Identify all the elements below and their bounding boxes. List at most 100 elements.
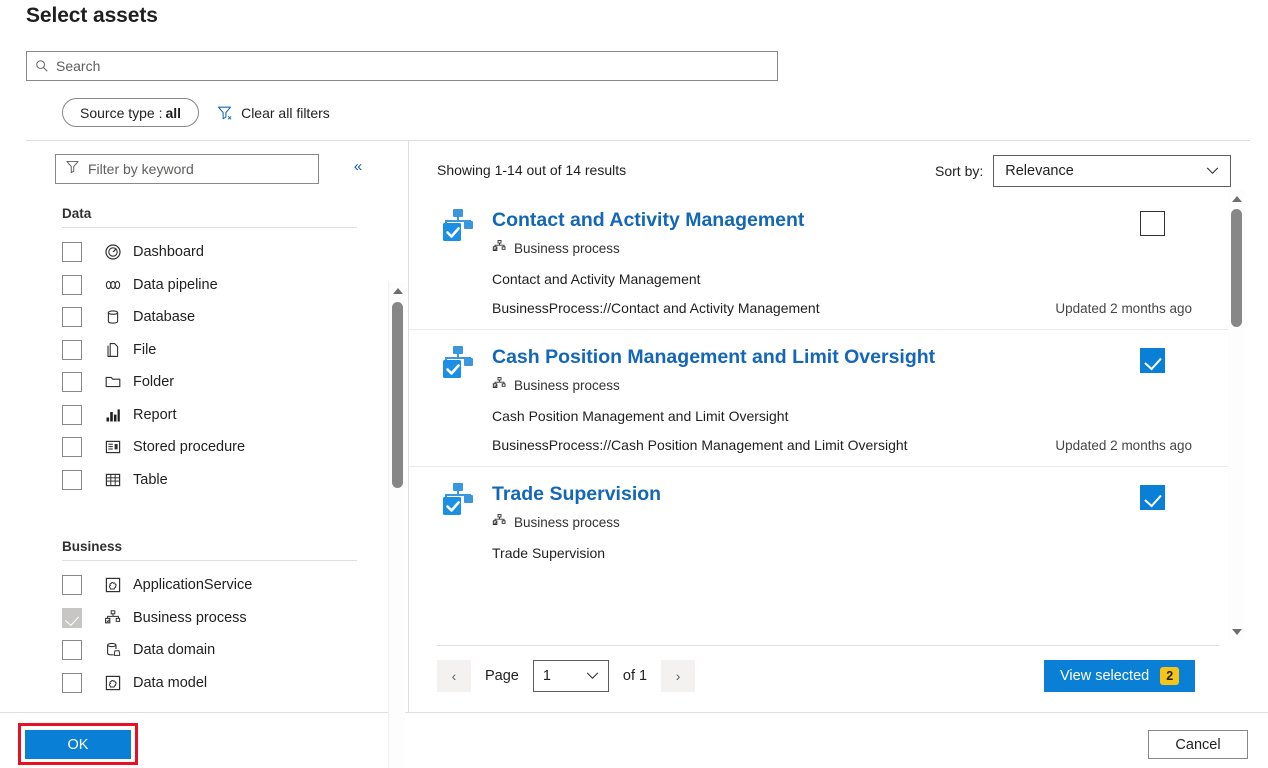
page-total-label: of 1 bbox=[623, 668, 647, 684]
file-icon bbox=[103, 340, 122, 359]
facet-item-data-pipeline[interactable]: Data pipeline bbox=[62, 269, 357, 302]
business-process-asset-icon bbox=[439, 207, 477, 245]
result-description: Contact and Activity Management bbox=[492, 271, 1232, 287]
data-pipeline-icon bbox=[103, 275, 122, 294]
facet-item-folder[interactable]: Folder bbox=[62, 366, 357, 399]
chevron-down-icon bbox=[586, 672, 599, 680]
result-title-link[interactable]: Trade Supervision bbox=[492, 481, 661, 507]
cancel-button[interactable]: Cancel bbox=[1148, 730, 1248, 759]
result-row[interactable]: Contact and Activity Management Business… bbox=[409, 193, 1232, 329]
facet-item-label: Dashboard bbox=[133, 244, 204, 260]
results-scrollbar[interactable] bbox=[1228, 190, 1245, 640]
result-title-link[interactable]: Contact and Activity Management bbox=[492, 207, 804, 233]
facet-checkbox[interactable] bbox=[62, 242, 82, 262]
results-count-label: Showing 1-14 out of 14 results bbox=[437, 162, 626, 178]
facet-checkbox[interactable] bbox=[62, 307, 82, 327]
search-placeholder: Search bbox=[56, 58, 100, 74]
facet-group-title: Business bbox=[62, 539, 357, 560]
facet-checkbox[interactable] bbox=[62, 640, 82, 660]
facet-item-label: Data domain bbox=[133, 642, 215, 658]
facet-item-label: Data model bbox=[133, 675, 207, 691]
result-meta-row: BusinessProcess://Cash Position Manageme… bbox=[492, 437, 1192, 453]
facet-item-dashboard[interactable]: Dashboard bbox=[62, 236, 357, 269]
sort-by-select[interactable]: Relevance bbox=[993, 155, 1231, 187]
business-process-icon bbox=[492, 376, 507, 394]
facet-item-stored-procedure[interactable]: Stored procedure bbox=[62, 431, 357, 464]
result-title-link[interactable]: Cash Position Management and Limit Overs… bbox=[492, 344, 935, 370]
filter-by-keyword-input[interactable]: Filter by keyword bbox=[55, 154, 319, 184]
facet-checkbox[interactable] bbox=[62, 275, 82, 295]
facet-checkbox[interactable] bbox=[62, 340, 82, 360]
facet-checkbox[interactable] bbox=[62, 372, 82, 392]
facet-item-data-model[interactable]: Data model bbox=[62, 667, 357, 700]
ok-button[interactable]: OK bbox=[25, 730, 131, 759]
scroll-thumb[interactable] bbox=[392, 302, 403, 488]
page-number-select[interactable]: 1 bbox=[533, 660, 609, 692]
clear-all-filters-label: Clear all filters bbox=[241, 105, 330, 121]
facet-item-label: Table bbox=[133, 472, 168, 488]
facet-checkbox[interactable] bbox=[62, 575, 82, 595]
scroll-up-arrow-icon[interactable] bbox=[1228, 190, 1245, 207]
sort-by-label: Sort by: bbox=[935, 163, 983, 179]
view-selected-label: View selected bbox=[1060, 668, 1149, 684]
facet-checkbox[interactable] bbox=[62, 437, 82, 457]
facet-panel-scrollbar[interactable] bbox=[388, 282, 405, 768]
result-type-label: Business process bbox=[514, 378, 620, 393]
stored-procedure-icon bbox=[103, 438, 122, 457]
sort-control: Sort by: Relevance bbox=[935, 155, 1231, 187]
selected-count-badge: 2 bbox=[1160, 667, 1179, 685]
facet-item-label: ApplicationService bbox=[133, 577, 252, 593]
result-row[interactable]: Cash Position Management and Limit Overs… bbox=[409, 329, 1232, 466]
page-label: Page bbox=[485, 668, 519, 684]
facet-item-data-domain[interactable]: Data domain bbox=[62, 634, 357, 667]
data-model-icon bbox=[103, 673, 122, 692]
result-description: Cash Position Management and Limit Overs… bbox=[492, 408, 1232, 424]
source-type-chip-label: Source type : bbox=[80, 105, 163, 121]
chevron-right-icon[interactable]: › bbox=[661, 660, 695, 692]
facet-item-label: Business process bbox=[133, 610, 247, 626]
facet-checkbox[interactable] bbox=[62, 405, 82, 425]
facet-panel: Filter by keyword « Data Dashboard Data … bbox=[0, 141, 408, 712]
source-type-filter-chip[interactable]: Source type : all bbox=[62, 98, 199, 127]
scroll-up-arrow-icon[interactable] bbox=[389, 282, 406, 299]
dashboard-icon bbox=[103, 243, 122, 262]
result-updated-label: Updated 2 months ago bbox=[1055, 301, 1192, 316]
search-input[interactable]: Search bbox=[26, 51, 778, 81]
table-icon bbox=[103, 470, 122, 489]
facet-checkbox[interactable] bbox=[62, 470, 82, 490]
facet-item-table[interactable]: Table bbox=[62, 464, 357, 497]
facet-item-file[interactable]: File bbox=[62, 334, 357, 367]
result-row[interactable]: Trade Supervision Business process Trade… bbox=[409, 466, 1232, 574]
result-type-label: Business process bbox=[514, 515, 620, 530]
facet-item-report[interactable]: Report bbox=[62, 399, 357, 432]
result-select-checkbox[interactable] bbox=[1140, 348, 1165, 373]
page-title: Select assets bbox=[26, 4, 158, 28]
scroll-thumb[interactable] bbox=[1231, 209, 1242, 327]
clear-all-filters-button[interactable]: Clear all filters bbox=[217, 105, 330, 121]
view-selected-button[interactable]: View selected 2 bbox=[1044, 660, 1195, 692]
results-header: Showing 1-14 out of 14 results Sort by: … bbox=[437, 155, 1250, 189]
facet-checkbox[interactable] bbox=[62, 608, 82, 628]
result-select-checkbox[interactable] bbox=[1140, 211, 1165, 236]
facet-item-applicationservice[interactable]: ApplicationService bbox=[62, 569, 357, 602]
result-type: Business process bbox=[492, 513, 1232, 531]
business-process-asset-icon bbox=[439, 481, 477, 519]
facet-item-business-process[interactable]: Business process bbox=[62, 602, 357, 635]
facet-group-business: Business ApplicationService Business pro… bbox=[62, 539, 357, 699]
facet-group-data: Data Dashboard Data pipeline bbox=[62, 206, 357, 496]
business-process-icon bbox=[492, 239, 507, 257]
scroll-down-arrow-icon[interactable] bbox=[1228, 623, 1245, 640]
facet-checkbox[interactable] bbox=[62, 673, 82, 693]
pagination-bar: ‹ Page 1 of 1 › bbox=[437, 660, 695, 692]
facet-item-label: Database bbox=[133, 309, 195, 325]
application-service-icon bbox=[103, 576, 122, 595]
chevron-left-icon[interactable]: ‹ bbox=[437, 660, 471, 692]
facet-item-label: Data pipeline bbox=[133, 277, 218, 293]
business-process-asset-icon bbox=[439, 344, 477, 382]
result-type: Business process bbox=[492, 376, 1232, 394]
double-chevron-left-icon[interactable]: « bbox=[348, 159, 368, 174]
result-select-checkbox[interactable] bbox=[1140, 485, 1165, 510]
filter-by-keyword-placeholder: Filter by keyword bbox=[88, 161, 194, 177]
chevron-down-icon bbox=[1206, 167, 1219, 175]
facet-item-database[interactable]: Database bbox=[62, 301, 357, 334]
